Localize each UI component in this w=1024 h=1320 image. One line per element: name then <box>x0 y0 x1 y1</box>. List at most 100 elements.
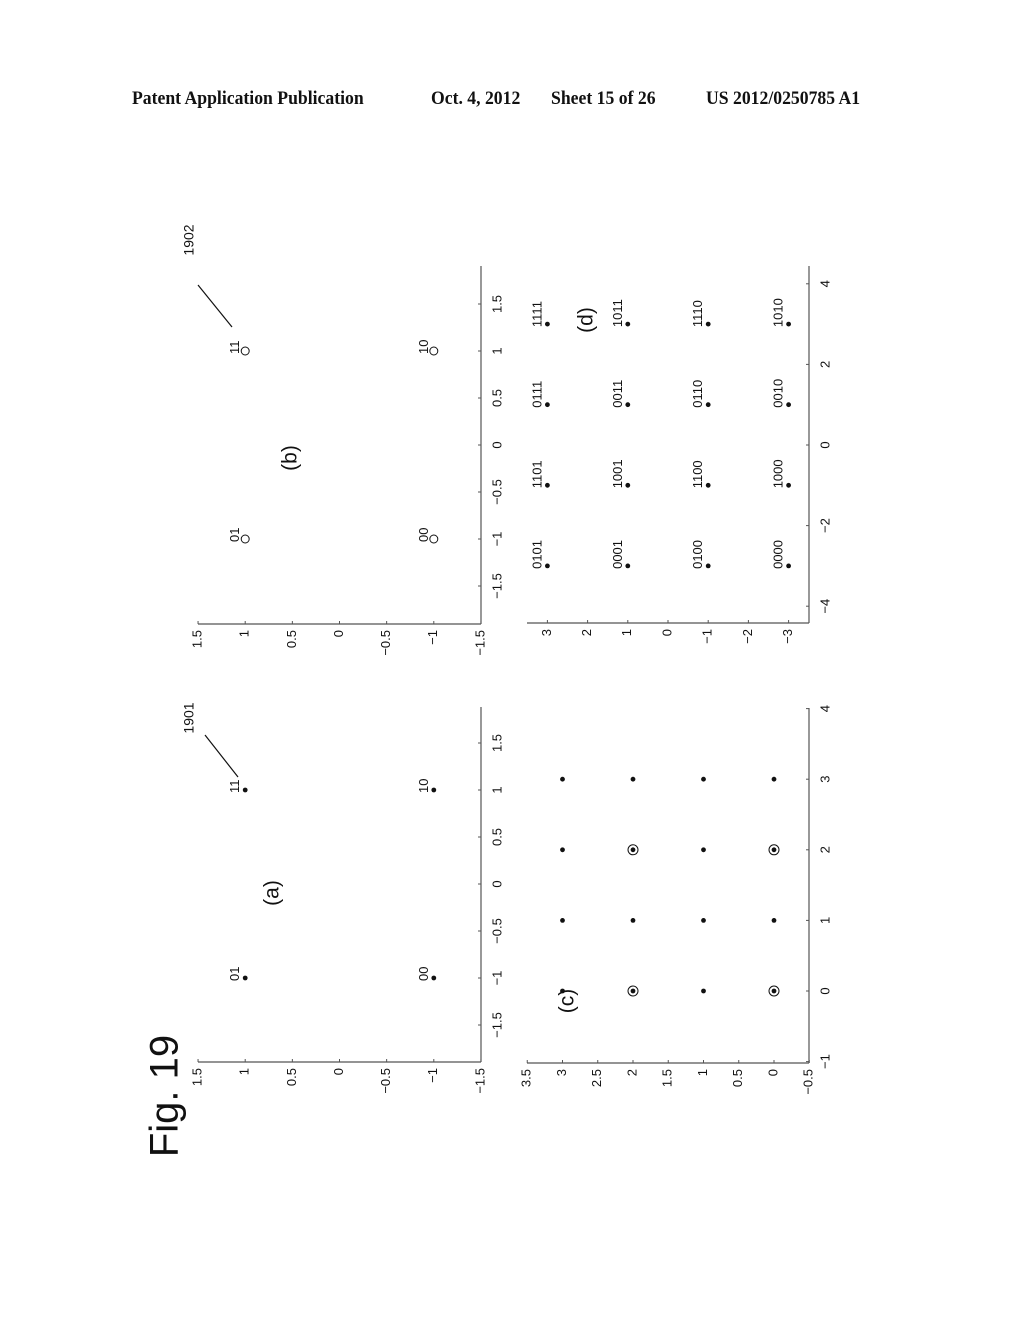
x-tick-label: 2 <box>817 846 832 853</box>
y-tick-label: 3 <box>554 1069 569 1076</box>
y-tick-label: 2 <box>624 1069 639 1076</box>
x-tick-label: 0.5 <box>489 828 504 846</box>
point-label: 0111 <box>529 381 544 408</box>
data-point <box>701 918 706 923</box>
x-tick-label: −4 <box>817 599 832 614</box>
point-label: 0001 <box>610 540 625 569</box>
y-tick-label: 2 <box>579 629 594 636</box>
x-tick-label: 4 <box>817 705 832 712</box>
point-label: 0100 <box>690 540 705 569</box>
point-label: 0110 <box>690 380 705 408</box>
leader-line <box>197 284 233 328</box>
point-label: 11 <box>227 780 242 794</box>
data-point <box>771 988 777 994</box>
x-tick-label: −2 <box>817 518 832 533</box>
y-tick-label: 1.5 <box>660 1069 675 1087</box>
data-point <box>701 847 706 853</box>
data-point <box>560 847 565 853</box>
y-tick-label: −1.5 <box>472 1068 487 1094</box>
x-tick-label: 1.5 <box>489 295 504 313</box>
point-label: 1001 <box>610 459 625 488</box>
reference-numeral-1902: 1902 <box>181 224 197 255</box>
y-tick-label: 1.5 <box>189 630 204 648</box>
data-point <box>786 482 791 488</box>
data-point <box>771 776 777 782</box>
y-tick-label: 0 <box>659 629 674 636</box>
y-tick-label: 0 <box>765 1069 780 1076</box>
x-tick-label: −1.5 <box>489 1012 504 1038</box>
data-point <box>429 346 439 356</box>
reference-numeral-1901: 1901 <box>181 702 197 733</box>
y-tick-label: −2 <box>740 629 755 644</box>
y-tick-label: −0.5 <box>378 630 393 656</box>
data-point <box>431 975 437 981</box>
point-label: 0101 <box>529 540 544 569</box>
y-tick-label: 0 <box>331 630 346 637</box>
data-point <box>771 918 777 923</box>
panels: −1.5 −1 −0.5 0 0.5 1 1.5 −1.5 −1 −0.5 0 0.5 1 1.5 (a) 0… <box>181 224 833 1094</box>
y-tick-label: 1 <box>619 629 634 636</box>
point-label: 1100 <box>690 460 705 488</box>
x-tick-label: 1.5 <box>489 734 504 752</box>
y-tick-label: 3 <box>539 629 554 636</box>
data-point <box>240 346 250 356</box>
y-tick-label: 0.5 <box>284 1068 299 1086</box>
data-point <box>625 321 631 327</box>
panel-a: −1.5 −1 −0.5 0 0.5 1 1.5 −1.5 −1 −0.5 0 0.5 1 1.5 (a) 0… <box>189 707 504 1094</box>
panel-title-a: (a) <box>261 880 284 906</box>
x-tick-label: 2 <box>817 361 832 368</box>
x-tick-label: 0 <box>489 880 504 887</box>
y-tick-label: −0.5 <box>378 1068 393 1094</box>
data-point <box>786 563 791 569</box>
data-point <box>625 402 631 408</box>
data-point <box>705 482 711 488</box>
point-label: 00 <box>416 967 431 981</box>
y-tick-label: 1 <box>695 1069 710 1076</box>
y-tick-label: 2.5 <box>589 1069 604 1087</box>
panel-title-b: (b) <box>279 445 302 471</box>
data-point <box>701 776 706 782</box>
data-point <box>630 988 636 994</box>
y-tick-label: −1.5 <box>472 630 487 656</box>
point-label: 0011 <box>610 380 625 408</box>
figure-title-group: Fig. 19 <box>143 1035 187 1157</box>
data-point <box>630 918 636 923</box>
x-tick-label: −1 <box>489 971 504 986</box>
y-tick-label: −1 <box>425 1068 440 1083</box>
point-label: 1110 <box>690 300 705 327</box>
data-point <box>242 787 248 793</box>
data-point <box>431 787 437 793</box>
data-point <box>786 402 791 408</box>
y-tick-label: 0.5 <box>284 630 299 648</box>
point-label: 01 <box>227 967 242 981</box>
data-point <box>630 776 636 782</box>
data-point <box>560 988 565 994</box>
y-tick-label: −1 <box>700 629 715 644</box>
data-point <box>705 321 711 327</box>
data-point <box>705 402 711 408</box>
figure-title: Fig. 19 <box>143 1035 187 1157</box>
data-point <box>429 534 439 544</box>
data-point <box>240 534 250 544</box>
panel-b: −1.5 −1 −0.5 0 0.5 1 1.5 −1.5 −1 −0.5 0 0.5 1 1.5 (b) 0… <box>189 266 504 656</box>
figure-19: Fig. 19 −1.5 −1 −0.5 0 0.5 1 1.5 −1.5 −1 −0.5 0 0.5… <box>143 224 833 1157</box>
data-point <box>560 918 565 923</box>
x-tick-label: 1 <box>489 786 504 793</box>
y-tick-label: 1.5 <box>189 1068 204 1086</box>
data-point <box>560 776 565 782</box>
x-tick-label: 1 <box>489 347 504 354</box>
point-label: 11 <box>227 341 242 355</box>
data-point <box>242 975 248 981</box>
x-tick-label: 0 <box>817 987 832 994</box>
x-tick-label: −0.5 <box>489 479 504 505</box>
point-label: 00 <box>416 528 431 542</box>
x-tick-label: 0.5 <box>489 389 504 407</box>
point-label: 0010 <box>771 379 786 408</box>
point-label: 1010 <box>771 298 786 327</box>
y-tick-label: 1 <box>237 1068 252 1075</box>
x-tick-label: −1.5 <box>489 573 504 599</box>
data-point <box>771 847 777 853</box>
y-tick-label: −3 <box>780 629 795 644</box>
data-point <box>545 563 550 569</box>
data-point <box>630 847 636 853</box>
